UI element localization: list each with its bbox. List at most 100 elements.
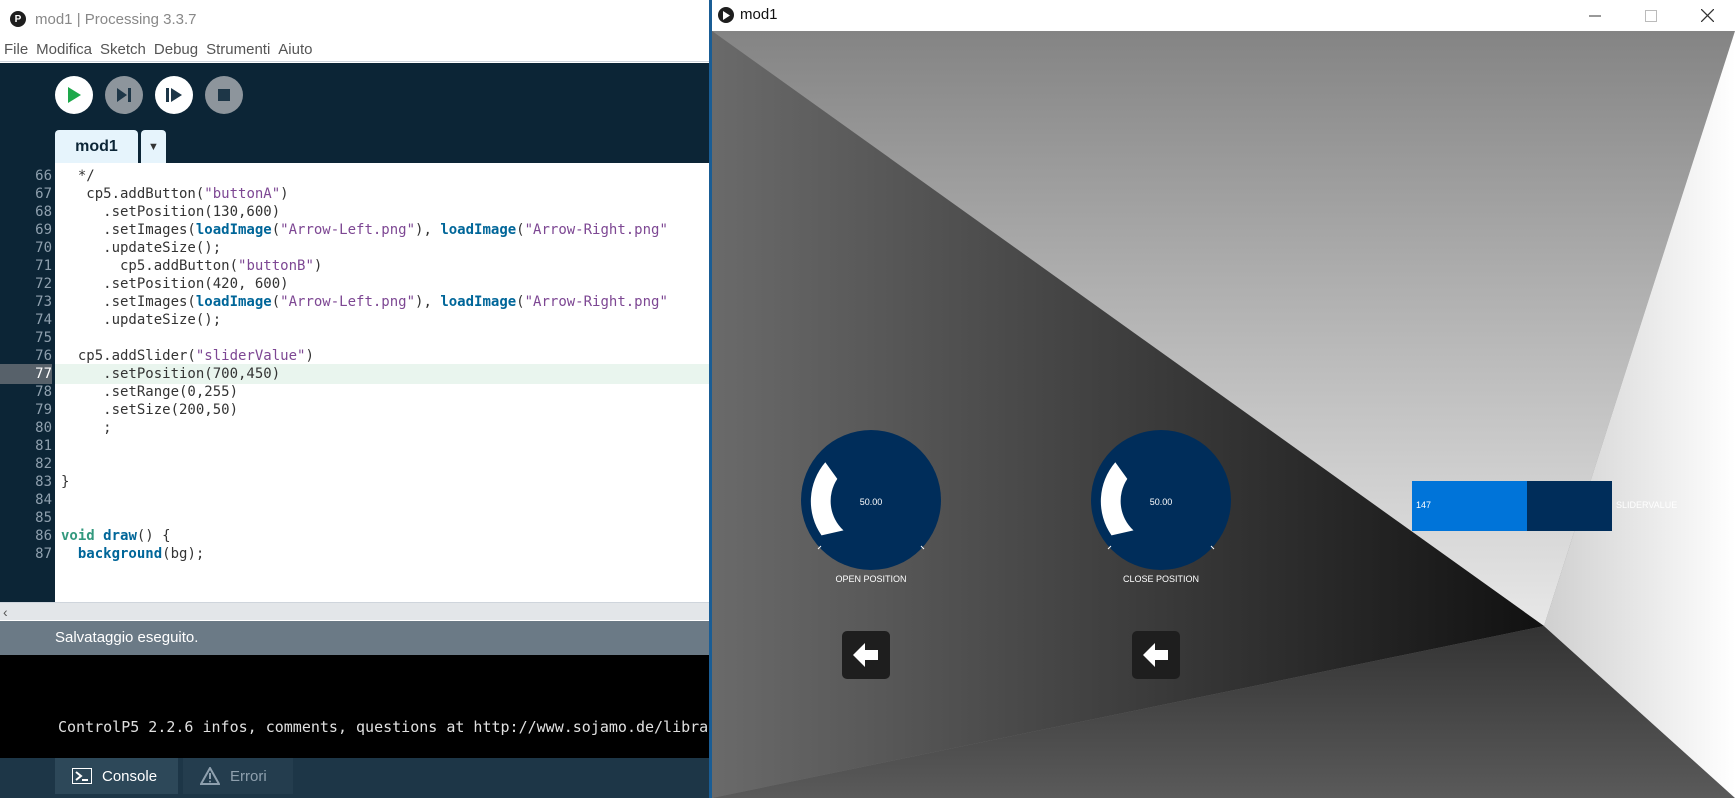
knob-close-label: CLOSE POSITION [1122,574,1200,584]
sketch-titlebar: mod1 [712,0,1735,31]
code-line[interactable]: 74 .updateSize(); [0,310,711,330]
code-line[interactable]: 72 .setPosition(420, 600) [0,274,711,294]
code-editor[interactable]: 66 */67 cp5.addButton("buttonA") 68 .setP… [0,163,711,602]
code-text: .setImages(loadImage("Arrow-Left.png"), … [61,294,668,310]
code-text: .setRange(0,255) [61,384,239,400]
line-number: 72 [35,276,52,292]
step-icon [117,88,131,102]
stop-icon [218,89,230,101]
code-line[interactable]: 86 void draw() { [0,526,711,546]
close-icon [1700,9,1714,22]
code-line[interactable]: 71 cp5.addButton("buttonB") [0,256,711,276]
line-number: 87 [35,546,52,562]
code-line[interactable]: 83} [0,472,711,492]
code-text: .setImages(loadImage("Arrow-Left.png"), … [61,222,668,238]
minimize-button[interactable] [1567,0,1623,31]
code-text: .setPosition(130,600) [61,204,281,220]
button-a[interactable] [842,631,890,679]
ide-titlebar: P mod1 | Processing 3.3.7 [0,0,711,38]
line-number: 79 [35,402,52,418]
line-number: 76 [35,348,52,364]
line-number: 84 [35,492,52,508]
menu-file[interactable]: File [0,41,32,58]
code-text: background(bg); [77,546,205,562]
code-line[interactable]: 85 [0,508,711,528]
line-number: 86 [35,528,52,544]
code-line[interactable]: 69 .setImages(loadImage("Arrow-Left.png"… [0,220,711,240]
code-text: .setSize(200,50) [61,402,239,418]
code-line[interactable]: 73 .setImages(loadImage("Arrow-Left.png"… [0,292,711,312]
code-line[interactable]: 80 ; [0,418,711,438]
line-number: 66 [35,168,52,184]
slider-value[interactable]: 147 [1412,481,1612,531]
ide-title: mod1 | Processing 3.3.7 [35,10,197,28]
code-text: .updateSize(); [61,312,222,328]
code-text: void draw() { [61,528,171,544]
menu-sketch[interactable]: Sketch [96,41,150,58]
code-line[interactable]: 68 .setPosition(130,600) [0,202,711,222]
line-number: 74 [35,312,52,328]
arrow-left-icon [1143,643,1168,667]
code-line[interactable]: 77 .setPosition(700,450) [0,364,711,384]
tab-errors[interactable]: Errori [183,758,293,794]
maximize-icon [1645,9,1657,22]
line-number: 68 [35,204,52,220]
line-number: 82 [35,456,52,472]
code-text: ; [61,420,112,436]
step-button[interactable] [105,76,143,114]
code-line[interactable]: 75 [0,328,711,348]
console-icon [72,768,92,784]
bottom-tabbar: Console Errori [0,758,711,798]
horizontal-scrollbar[interactable]: ‹ [0,602,711,620]
code-line[interactable]: 79 .setSize(200,50) [0,400,711,420]
code-line[interactable]: 70 .updateSize(); [0,238,711,258]
minimize-icon [1589,15,1601,16]
run-button[interactable] [55,76,93,114]
slider-value-text: 147 [1416,500,1432,510]
tab-menu-chevron-down-icon[interactable]: ▼ [141,130,166,163]
knob-open-label: OPEN POSITION [835,574,907,584]
code-text: .setPosition(420, 600) [61,276,289,292]
menu-modifica[interactable]: Modifica [32,41,96,58]
knob-open-value: 50.00 [859,497,883,507]
code-line[interactable]: 81 [0,436,711,456]
stop-button[interactable] [205,76,243,114]
sketch-canvas[interactable]: 50.00 OPEN POSITION 50.00 CLOSE POSITION… [712,31,1735,798]
line-number: 78 [35,384,52,400]
continue-button[interactable] [155,76,193,114]
button-b[interactable] [1132,631,1180,679]
code-line[interactable]: 76 cp5.addSlider("sliderValue") [0,346,711,366]
console-area[interactable]: ControlP5 2.2.6 infos, comments, questio… [0,655,711,758]
processing-ide-window: P mod1 | Processing 3.3.7 File Modifica … [0,0,711,798]
code-text: cp5.addButton("buttonB") [61,258,323,274]
line-number: 77 [0,364,52,384]
tab-mod1[interactable]: mod1 [55,130,138,163]
line-number: 67 [35,186,52,202]
code-line[interactable]: 66 */ [0,166,711,186]
code-line[interactable]: 84 [0,490,711,510]
menu-strumenti[interactable]: Strumenti [202,41,274,58]
scroll-left-icon[interactable]: ‹ [3,603,8,621]
code-line[interactable]: 82 [0,454,711,474]
menu-aiuto[interactable]: Aiuto [274,41,316,58]
code-line[interactable]: 87 background(bg); [0,544,711,564]
line-number: 69 [35,222,52,238]
code-text: */ [61,168,95,184]
code-text: .setPosition(700,450) [61,366,281,382]
code-text: .updateSize(); [61,240,222,256]
menubar: File Modifica Sketch Debug Strumenti Aiu… [0,38,711,62]
close-button[interactable] [1679,0,1735,31]
code-text: } [61,474,70,490]
code-line[interactable]: 78 .setRange(0,255) [0,382,711,402]
status-bar: Salvataggio eseguito. [0,621,711,655]
ide-toolbar: mod1 ▼ [0,63,711,163]
line-number: 75 [35,330,52,346]
maximize-button[interactable] [1623,0,1679,31]
line-number: 85 [35,510,52,526]
code-line[interactable]: 67 cp5.addButton("buttonA") [0,184,711,204]
line-number: 71 [35,258,52,274]
tab-console[interactable]: Console [55,758,178,794]
play-icon [68,87,81,103]
menu-debug[interactable]: Debug [150,41,202,58]
continue-icon [166,88,182,102]
